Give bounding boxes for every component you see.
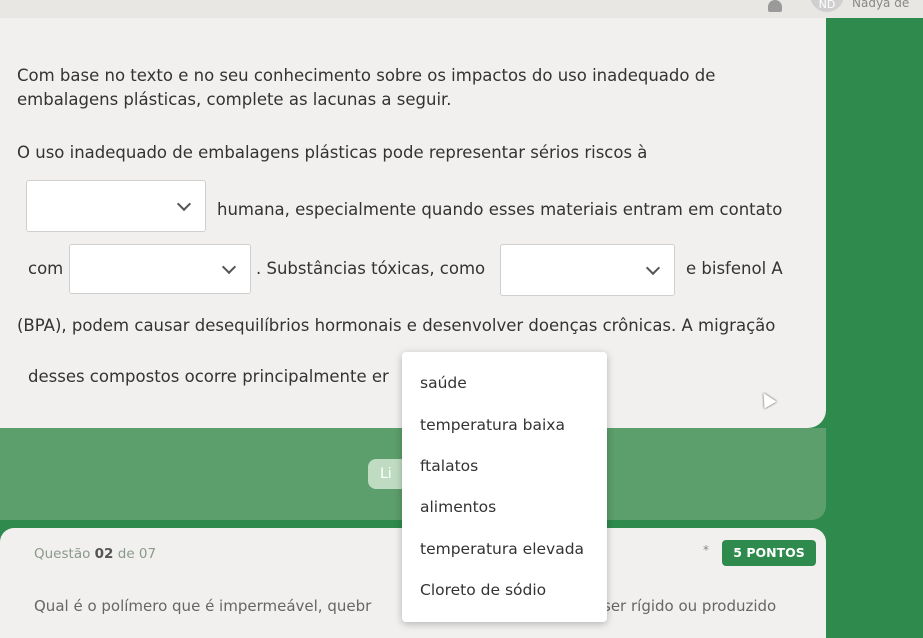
sentence-part4: . Substâncias tóxicas, como <box>256 259 486 278</box>
sentence-part7: desses compostos ocorre principalmente e… <box>28 367 389 386</box>
user-name[interactable]: Nadya de <box>852 0 909 10</box>
menu-item-option-5[interactable]: temperatura elevada <box>420 540 584 558</box>
sentence-part3: com <box>28 259 64 278</box>
blank-dropdown-3[interactable] <box>500 244 675 296</box>
sentence-part6: (BPA), podem causar desequilíbrios hormo… <box>17 316 776 335</box>
menu-item-option-4[interactable]: alimentos <box>420 498 496 516</box>
menu-item-option-1[interactable]: saúde <box>420 374 467 392</box>
question-prompt-line2: embalagens plásticas, complete as lacuna… <box>17 90 452 109</box>
question2-text-right: ser rígido ou produzido <box>603 597 777 615</box>
top-bar: ND Nadya de <box>0 0 923 18</box>
chevron-down-icon <box>176 196 192 212</box>
menu-item-option-2[interactable]: temperatura baixa <box>420 416 565 434</box>
blank-dropdown-2[interactable] <box>69 244 251 294</box>
question-number: Questão 02 de 07 <box>34 546 157 562</box>
avatar[interactable]: ND <box>810 0 844 12</box>
menu-item-option-6[interactable]: Cloreto de sódio <box>420 581 546 599</box>
menu-item-option-3[interactable]: ftalatos <box>420 457 478 475</box>
blank-dropdown-1[interactable] <box>26 180 206 232</box>
chevron-down-icon <box>645 260 661 276</box>
sentence-part5: e bisfenol A <box>686 259 783 278</box>
sentence-part2: humana, especialmente quando esses mater… <box>217 200 783 219</box>
dropdown-menu: saúde temperatura baixa ftalatos aliment… <box>402 352 607 622</box>
required-mark: * <box>703 543 709 557</box>
question-prompt-line1: Com base no texto e no seu conhecimento … <box>17 66 716 85</box>
bell-icon[interactable] <box>768 0 782 12</box>
chevron-down-icon <box>221 259 237 275</box>
sentence-part1: O uso inadequado de embalagens plásticas… <box>17 143 648 162</box>
question2-text-left: Qual é o polímero que é impermeável, que… <box>34 597 372 615</box>
points-badge: 5 PONTOS <box>722 540 816 566</box>
